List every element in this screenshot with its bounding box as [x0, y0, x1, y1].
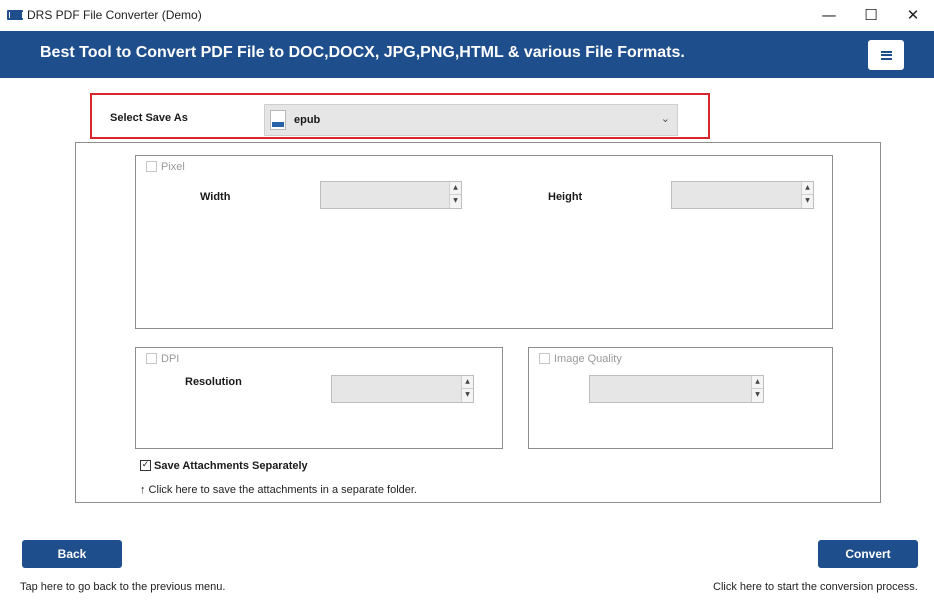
height-stepper[interactable]: ▲ ▼	[671, 181, 814, 209]
width-label: Width	[200, 191, 231, 203]
height-label: Height	[548, 191, 583, 203]
maximize-icon[interactable]: ☐	[848, 0, 894, 30]
banner-title: Best Tool to Convert PDF File to DOC,DOC…	[40, 44, 685, 61]
resolution-stepper[interactable]: ▲ ▼	[331, 375, 474, 403]
dpi-group: DPI Resolution ▲ ▼	[135, 347, 503, 449]
save-as-section: Select Save As epub ⌄	[90, 93, 710, 139]
file-icon	[270, 110, 286, 130]
minimize-icon[interactable]: —	[806, 0, 852, 30]
resolution-label: Resolution	[185, 376, 242, 388]
width-down-icon[interactable]: ▼	[450, 195, 461, 208]
save-attachments-checkbox[interactable]: ✓	[140, 460, 151, 471]
image-quality-down-icon[interactable]: ▼	[752, 389, 763, 402]
height-up-icon[interactable]: ▲	[802, 182, 813, 195]
width-up-icon[interactable]: ▲	[450, 182, 461, 195]
pixel-group: Pixel Width ▲ ▼ Height ▲ ▼	[135, 155, 833, 329]
image-quality-checkbox[interactable]	[539, 353, 550, 364]
attachments-hint: ↑ Click here to save the attachments in …	[140, 484, 417, 496]
save-attachments-label[interactable]: Save Attachments Separately	[154, 460, 308, 472]
image-quality-stepper[interactable]: ▲ ▼	[589, 375, 764, 403]
image-quality-group: Image Quality ▲ ▼	[528, 347, 833, 449]
pixel-checkbox[interactable]	[146, 161, 157, 172]
resolution-up-icon[interactable]: ▲	[462, 376, 473, 389]
width-stepper[interactable]: ▲ ▼	[320, 181, 462, 209]
menu-button[interactable]	[868, 40, 904, 70]
dpi-checkbox[interactable]	[146, 353, 157, 364]
image-quality-up-icon[interactable]: ▲	[752, 376, 763, 389]
save-as-label: Select Save As	[110, 112, 188, 124]
save-as-dropdown[interactable]: epub ⌄	[264, 104, 678, 136]
save-as-selected-value: epub	[294, 114, 321, 126]
resolution-down-icon[interactable]: ▼	[462, 389, 473, 402]
chevron-down-icon[interactable]: ⌄	[661, 112, 670, 125]
hamburger-icon	[880, 50, 892, 60]
back-hint: Tap here to go back to the previous menu…	[20, 581, 226, 593]
height-down-icon[interactable]: ▼	[802, 195, 813, 208]
window-title-bar: DRS PDF File Converter (Demo) — ☐ ✕	[0, 0, 934, 30]
close-icon[interactable]: ✕	[890, 0, 934, 30]
image-quality-checkbox-label: Image Quality	[554, 353, 622, 365]
convert-button[interactable]: Convert	[818, 540, 918, 568]
pixel-checkbox-label: Pixel	[161, 161, 185, 173]
back-button[interactable]: Back	[22, 540, 122, 568]
convert-hint: Click here to start the conversion proce…	[713, 581, 918, 593]
window-title: DRS PDF File Converter (Demo)	[27, 8, 202, 22]
app-logo-icon	[7, 10, 23, 20]
header-banner: Best Tool to Convert PDF File to DOC,DOC…	[0, 31, 934, 78]
dpi-checkbox-label: DPI	[161, 353, 180, 365]
